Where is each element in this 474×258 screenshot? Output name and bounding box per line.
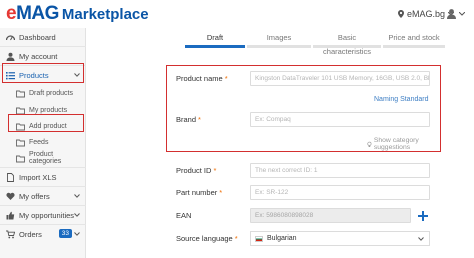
top-header: eMAG Marketplace eMAG.bg — [0, 0, 474, 28]
sidebar: Dashboard My account Products Draft prod… — [0, 28, 86, 258]
user-icon — [6, 52, 15, 61]
sidebar-item-label: Feeds — [29, 138, 49, 146]
sidebar-item-my-opportunities[interactable]: My opportunities — [0, 206, 86, 224]
logo-marketplace-text: Marketplace — [61, 6, 149, 23]
sidebar-item-product-categories[interactable]: Product categories — [0, 149, 86, 167]
gauge-icon — [6, 34, 15, 40]
sidebar-item-label: My opportunities — [19, 210, 75, 220]
ean-input[interactable]: Ex: 5986080898028 — [250, 208, 411, 223]
add-ean-icon[interactable] — [417, 210, 429, 222]
sidebar-item-label: Products — [19, 70, 49, 80]
show-suggestions-link[interactable]: Show category suggestions — [367, 137, 441, 151]
product-id-row: Product ID * The next correct ID: 1 — [166, 162, 441, 180]
chevron-down-icon — [459, 11, 465, 16]
folder-icon — [16, 139, 25, 146]
sidebar-item-draft-products[interactable]: Draft products — [0, 84, 86, 102]
sidebar-item-label: Add product — [29, 122, 67, 130]
tab-basic-characteristics[interactable]: Basic characteristics — [313, 31, 381, 56]
sidebar-item-label: My offers — [19, 191, 50, 201]
orders-count-badge: 33 — [58, 229, 72, 238]
tab-images[interactable]: Images — [247, 31, 311, 48]
sidebar-item-label: Import XLS — [19, 172, 57, 182]
product-tabs: Draft Images Basic characteristics Price… — [185, 31, 445, 56]
part-number-input[interactable]: Ex: SR-122 — [250, 185, 430, 200]
part-number-row: Part number * Ex: SR-122 — [166, 184, 441, 202]
chevron-down-icon — [74, 213, 80, 217]
sidebar-item-label: Product categories — [29, 151, 62, 165]
thumbs-up-icon — [6, 211, 15, 219]
location-pin-icon — [398, 10, 404, 18]
chevron-down-icon — [418, 237, 424, 241]
ean-label: EAN — [176, 211, 192, 220]
tab-price-and-stock[interactable]: Price and stock — [383, 31, 445, 48]
product-id-label: Product ID * — [176, 166, 217, 175]
lightbulb-icon — [367, 141, 372, 147]
source-language-row: Source language * Bulgarian — [166, 230, 441, 248]
sidebar-item-label: My products — [29, 106, 68, 114]
page: eMAG Marketplace eMAG.bg Dashboard My ac… — [0, 0, 474, 258]
list-icon — [6, 71, 15, 79]
heart-icon — [6, 192, 15, 200]
chevron-down-icon — [74, 73, 80, 77]
product-name-row: Product name * Kingston DataTraveler 101 … — [166, 70, 441, 88]
product-id-input[interactable]: The next correct ID: 1 — [250, 163, 430, 178]
sidebar-item-my-offers[interactable]: My offers — [0, 187, 86, 205]
tab-label: Images — [266, 33, 292, 42]
store-label: eMAG.bg — [407, 9, 446, 19]
sidebar-item-label: Dashboard — [19, 32, 56, 42]
folder-icon — [16, 123, 25, 130]
chevron-down-icon — [74, 194, 80, 198]
brand-label: Brand * — [176, 115, 201, 124]
tab-label: Draft — [206, 33, 224, 42]
sidebar-item-products[interactable]: Products — [0, 66, 86, 84]
sidebar-item-label: Draft products — [29, 89, 73, 97]
emag-logo[interactable]: eMAG Marketplace — [6, 3, 149, 25]
brand-row: Brand * Ex: Compaq — [166, 111, 441, 129]
tab-draft[interactable]: Draft — [185, 31, 245, 48]
product-name-input[interactable]: Kingston DataTraveler 101 USB Memory, 16… — [250, 71, 430, 86]
user-menu[interactable] — [446, 6, 470, 21]
naming-standard-link[interactable]: Naming Standard — [374, 96, 428, 103]
file-icon — [7, 172, 14, 182]
source-language-value: Bulgarian — [267, 235, 297, 242]
tab-label: Price and stock — [388, 33, 440, 42]
sidebar-item-dashboard[interactable]: Dashboard — [0, 28, 86, 46]
source-language-label: Source language * — [176, 234, 238, 243]
bulgaria-flag-icon — [255, 235, 263, 242]
source-language-select[interactable]: Bulgarian — [250, 231, 430, 246]
product-info-panel: Product name * Kingston DataTraveler 101 … — [166, 65, 441, 152]
show-suggestions-label: Show category suggestions — [373, 137, 419, 151]
logo-emag-text: eMAG — [6, 3, 59, 24]
part-number-label: Part number * — [176, 188, 223, 197]
folder-icon — [16, 90, 25, 97]
product-ids-panel: Product ID * The next correct ID: 1 Part … — [166, 162, 441, 258]
folder-icon — [16, 155, 25, 162]
brand-input[interactable]: Ex: Compaq — [250, 112, 430, 127]
cart-icon — [6, 230, 15, 238]
user-icon — [447, 9, 456, 19]
ean-row: EAN Ex: 5986080898028 — [166, 207, 441, 225]
product-name-label: Product name * — [176, 74, 228, 83]
folder-icon — [16, 107, 25, 114]
sidebar-item-my-account[interactable]: My account — [0, 47, 86, 65]
chevron-down-icon — [74, 232, 80, 236]
sidebar-item-orders[interactable]: Orders 33 — [0, 225, 86, 243]
sidebar-item-label: My account — [19, 51, 58, 61]
sidebar-item-label: Orders — [19, 229, 42, 239]
sidebar-item-import-xls[interactable]: Import XLS — [0, 168, 86, 186]
